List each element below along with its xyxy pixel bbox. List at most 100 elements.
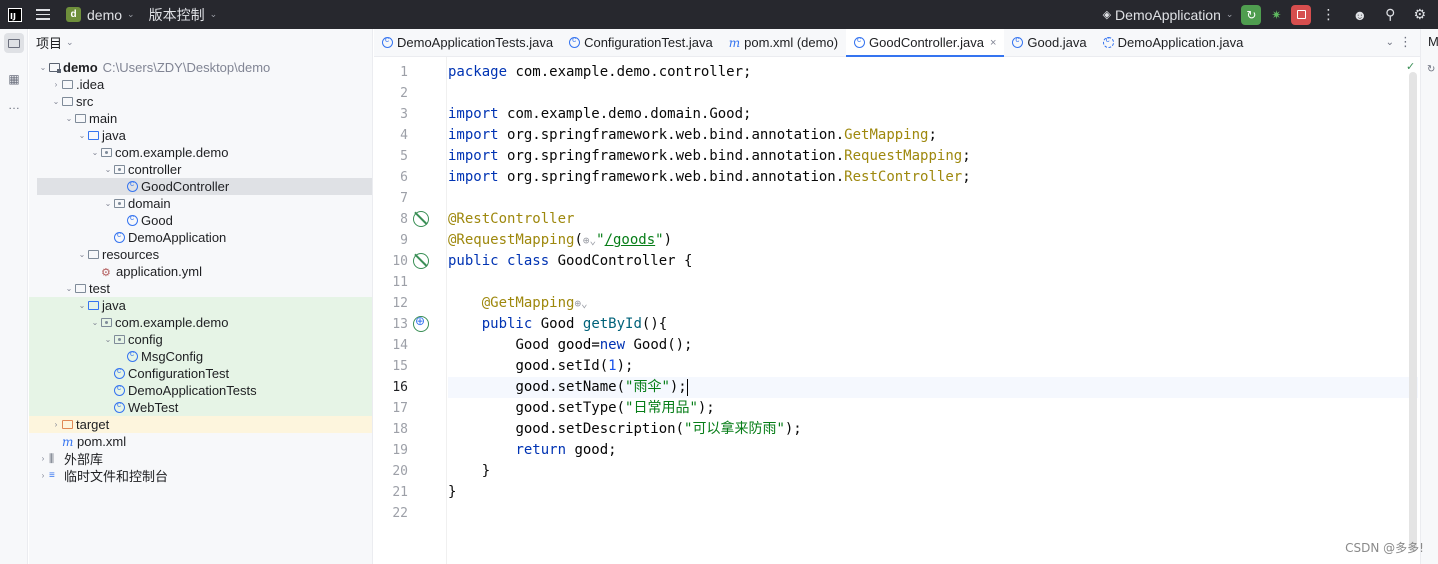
editor-tab[interactable]: m pom.xml (demo) <box>721 29 846 57</box>
chevron-down-icon[interactable]: ⌄ <box>63 284 75 293</box>
rerun-button[interactable]: ↻ <box>1241 4 1262 25</box>
line-number[interactable]: 15 <box>374 356 408 377</box>
maven-tool-button[interactable]: M <box>1428 34 1438 49</box>
code-area[interactable]: package com.example.demo.controller; impo… <box>448 57 1418 564</box>
spring-bean-icon[interactable] <box>413 253 429 269</box>
code-line[interactable]: package com.example.demo.controller; <box>448 62 751 83</box>
structure-tool-icon[interactable]: ▦ <box>4 69 24 89</box>
chevron-down-icon[interactable]: ⌄ <box>63 114 75 123</box>
code-line[interactable]: } <box>448 461 490 482</box>
line-number[interactable]: 14 <box>374 335 408 356</box>
tree-item[interactable]: › ⫼ 外部库 <box>29 450 372 467</box>
settings-icon[interactable]: ⚙ <box>1413 6 1426 23</box>
chevron-down-icon[interactable]: ⌄ <box>66 37 74 48</box>
line-number[interactable]: 4 <box>374 125 408 146</box>
tree-item[interactable]: ⌄ com.example.demo <box>29 144 372 161</box>
main-menu-icon[interactable] <box>36 9 50 20</box>
tree-item[interactable]: ⌄ src <box>29 93 372 110</box>
stop-button[interactable] <box>1291 4 1312 25</box>
debug-icon[interactable]: ✷ <box>1266 5 1286 25</box>
chevron-down-icon[interactable]: ⌄ <box>76 131 88 140</box>
line-number[interactable]: 10 <box>374 251 408 272</box>
editor-tab[interactable]: GoodController.java × <box>846 28 1005 57</box>
tree-item[interactable]: ⌄ test <box>29 280 372 297</box>
line-number[interactable]: 11 <box>374 272 408 293</box>
spring-bean-icon[interactable] <box>413 211 429 227</box>
code-line[interactable]: @RequestMapping(⊕⌄"/goods") <box>448 230 672 251</box>
more-actions-icon[interactable]: ⋮ <box>1321 6 1335 23</box>
inlay-hint-icon[interactable]: ⊕⌄ <box>574 297 587 310</box>
no-problems-check-icon[interactable]: ✓ <box>1406 60 1415 73</box>
project-switcher[interactable]: demo <box>87 7 122 23</box>
tree-item[interactable]: › target <box>29 416 372 433</box>
code-line[interactable]: import com.example.demo.domain.Good; <box>448 104 751 125</box>
add-user-icon[interactable]: ☻ <box>1352 7 1367 23</box>
line-number[interactable]: 6 <box>374 167 408 188</box>
tree-item[interactable]: › .idea <box>29 76 372 93</box>
search-icon[interactable]: ⚲ <box>1385 6 1395 23</box>
editor-tab[interactable]: Good.java <box>1004 29 1094 57</box>
tree-item[interactable]: DemoApplication <box>29 229 372 246</box>
chevron-down-icon[interactable]: ⌄ <box>37 63 49 72</box>
line-number[interactable]: 12 <box>374 293 408 314</box>
vcs-menu[interactable]: 版本控制 <box>149 5 205 25</box>
tree-item[interactable]: ⌄ resources <box>29 246 372 263</box>
chevron-down-icon[interactable]: ⌄ <box>102 199 114 208</box>
tree-item[interactable]: ⌄ com.example.demo <box>29 314 372 331</box>
run-configuration-selector[interactable]: DemoApplication <box>1115 7 1221 23</box>
notifications-icon[interactable]: ↻ <box>1427 64 1435 75</box>
tree-item[interactable]: m pom.xml <box>29 433 372 450</box>
tree-item[interactable]: ⚙ application.yml <box>29 263 372 280</box>
line-number[interactable]: 18 <box>374 419 408 440</box>
chevron-right-icon[interactable]: › <box>37 454 49 463</box>
line-number[interactable]: 3 <box>374 104 408 125</box>
tab-options-icon[interactable]: ⋮ <box>1399 34 1412 50</box>
chevron-right-icon[interactable]: › <box>37 471 49 480</box>
tree-item[interactable]: WebTest <box>29 399 372 416</box>
line-number[interactable]: 22 <box>374 503 408 524</box>
line-number[interactable]: 8 <box>374 209 408 230</box>
tree-item[interactable]: GoodController <box>37 178 372 195</box>
vertical-scrollbar[interactable] <box>1409 72 1417 552</box>
tree-item[interactable]: ⌄ demo C:\Users\ZDY\Desktop\demo <box>29 59 372 76</box>
line-number[interactable]: 7 <box>374 188 408 209</box>
chevron-down-icon[interactable]: ⌄ <box>50 97 62 106</box>
code-line[interactable]: good.setType("日常用品"); <box>448 398 714 419</box>
line-number[interactable]: 21 <box>374 482 408 503</box>
tree-item[interactable]: DemoApplicationTests <box>29 382 372 399</box>
chevron-down-icon[interactable]: ⌄ <box>1226 9 1234 20</box>
code-line[interactable]: Good good=new Good(); <box>448 335 692 356</box>
tree-item[interactable]: ⌄ config <box>29 331 372 348</box>
code-token[interactable]: /goods <box>605 232 656 248</box>
line-number[interactable]: 5 <box>374 146 408 167</box>
code-line[interactable]: good.setDescription("可以拿来防雨"); <box>448 419 801 440</box>
line-number[interactable]: 16 <box>374 377 408 398</box>
code-line[interactable]: public class GoodController { <box>448 251 692 272</box>
project-badge-icon[interactable]: d <box>66 7 81 22</box>
editor-tab[interactable]: ConfigurationTest.java <box>561 29 721 57</box>
chevron-down-icon[interactable]: ⌄ <box>127 9 135 20</box>
code-line[interactable]: @RestController <box>448 209 574 230</box>
line-number[interactable]: 19 <box>374 440 408 461</box>
tree-item[interactable]: ⌄ java <box>29 127 372 144</box>
chevron-down-icon[interactable]: ⌄ <box>89 318 101 327</box>
chevron-right-icon[interactable]: › <box>50 80 62 89</box>
chevron-down-icon[interactable]: ⌄ <box>1386 37 1394 48</box>
close-tab-icon[interactable]: × <box>990 37 996 49</box>
chevron-down-icon[interactable]: ⌄ <box>89 148 101 157</box>
editor-tab[interactable]: DemoApplication.java <box>1095 29 1252 57</box>
tree-item[interactable]: ⌄ main <box>29 110 372 127</box>
code-line[interactable]: } <box>448 482 456 503</box>
editor-tab[interactable]: DemoApplicationTests.java <box>374 29 561 57</box>
project-panel-header[interactable]: 项目 ⌄ <box>29 29 372 55</box>
tree-item[interactable]: MsgConfig <box>29 348 372 365</box>
line-number[interactable]: 13 <box>374 314 408 335</box>
code-line[interactable]: import org.springframework.web.bind.anno… <box>448 167 971 188</box>
code-line[interactable]: good.setName("雨伞"); <box>448 377 688 398</box>
chevron-down-icon[interactable]: ⌄ <box>76 301 88 310</box>
code-line[interactable]: return good; <box>448 440 616 461</box>
tree-item[interactable]: ⌄ controller <box>29 161 372 178</box>
line-number[interactable]: 20 <box>374 461 408 482</box>
tree-item[interactable]: ConfigurationTest <box>29 365 372 382</box>
chevron-down-icon[interactable]: ⌄ <box>102 165 114 174</box>
